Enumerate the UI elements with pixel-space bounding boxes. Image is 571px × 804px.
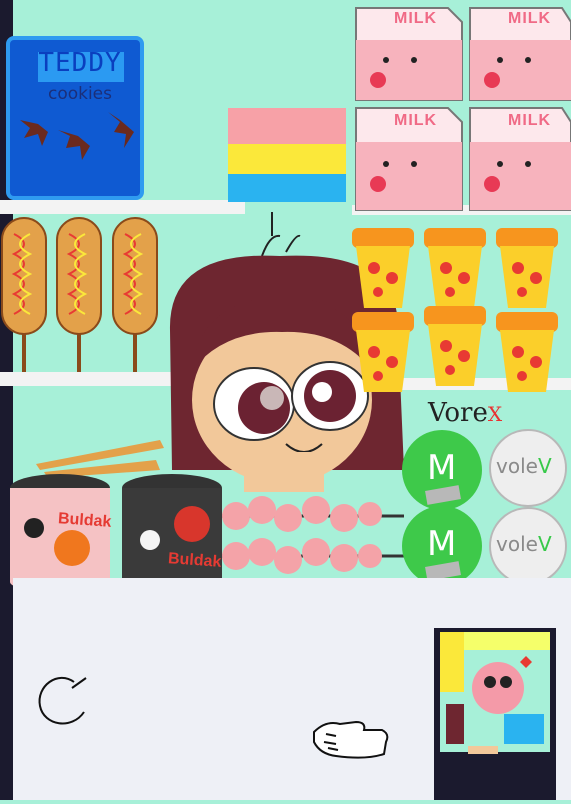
milk-label-1: MILK <box>394 10 438 27</box>
volev-label-2: voleV <box>496 532 552 556</box>
snack-mark-2: M <box>427 524 457 564</box>
volev-label-1: voleV <box>496 454 552 478</box>
cookie-brand-label: TEDDY <box>38 48 122 78</box>
reload-icon[interactable] <box>28 666 98 736</box>
pan-flag <box>228 108 346 202</box>
shelf-top-left <box>0 200 245 214</box>
reload-icon-glyph <box>38 676 87 725</box>
milk-label-3: MILK <box>394 112 438 129</box>
corn-dogs <box>1 217 158 372</box>
counter-sign: VoreX <box>428 398 503 428</box>
thumbnail-image <box>434 628 556 800</box>
cookie-product-label: cookies <box>47 84 113 104</box>
milk-label-4: MILK <box>508 112 552 129</box>
hand-glyph <box>313 720 389 759</box>
ramen-label-2: Buldak <box>167 550 222 571</box>
snack-mark-1: M <box>427 448 457 488</box>
ramen-label-1: Buldak <box>57 510 112 531</box>
grab-hand-icon[interactable] <box>306 712 396 762</box>
milk-label-2: MILK <box>508 10 552 27</box>
preview-thumbnail[interactable] <box>434 628 556 800</box>
